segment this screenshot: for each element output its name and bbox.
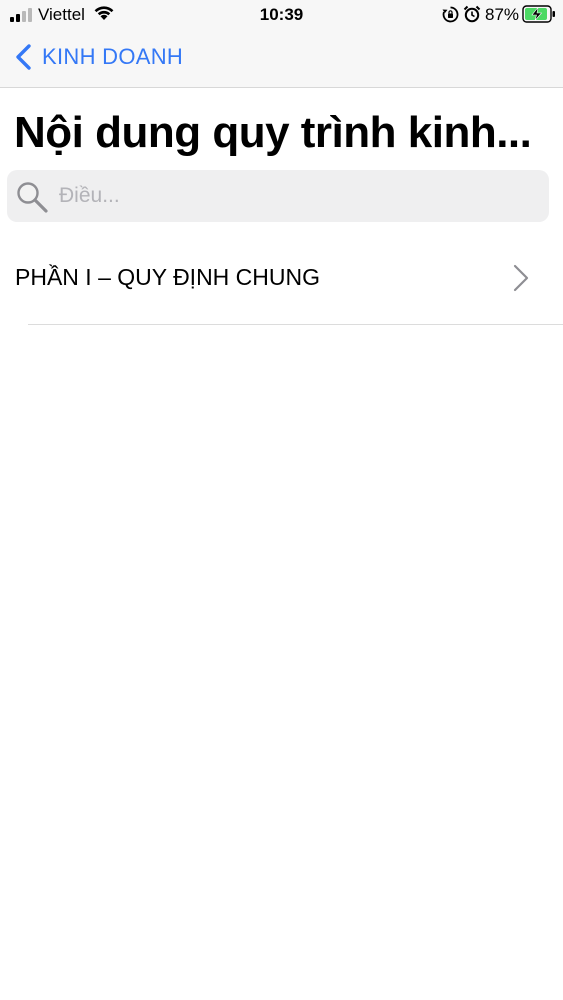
chevron-left-icon	[16, 44, 31, 70]
search-input[interactable]	[59, 178, 539, 214]
back-button[interactable]: KINH DOANH	[14, 40, 183, 74]
chevron-right-icon	[513, 264, 529, 292]
battery-charging-icon	[522, 5, 555, 23]
search-bar[interactable]	[7, 170, 549, 222]
list-item-quy-dinh-chung[interactable]: PHẦN I – QUY ĐỊNH CHUNG	[0, 232, 563, 325]
status-bar: Viettel 10:39 87%	[0, 0, 563, 30]
screen: Viettel 10:39 87% KINH DOANH Nội dung qu…	[0, 0, 563, 1000]
top-bar-area: Viettel 10:39 87% KINH DOANH	[0, 0, 563, 88]
list-item-label: PHẦN I – QUY ĐỊNH CHUNG	[15, 264, 321, 290]
alarm-clock-icon	[463, 5, 481, 23]
battery-percentage: 87%	[485, 5, 520, 24]
rotation-lock-icon	[442, 6, 459, 23]
list-separator	[28, 324, 563, 325]
page-title: Nội dung quy trình kinh...	[14, 108, 532, 157]
search-icon	[17, 182, 48, 213]
back-button-label: KINH DOANH	[42, 44, 184, 69]
navigation-bar: KINH DOANH	[0, 34, 563, 80]
